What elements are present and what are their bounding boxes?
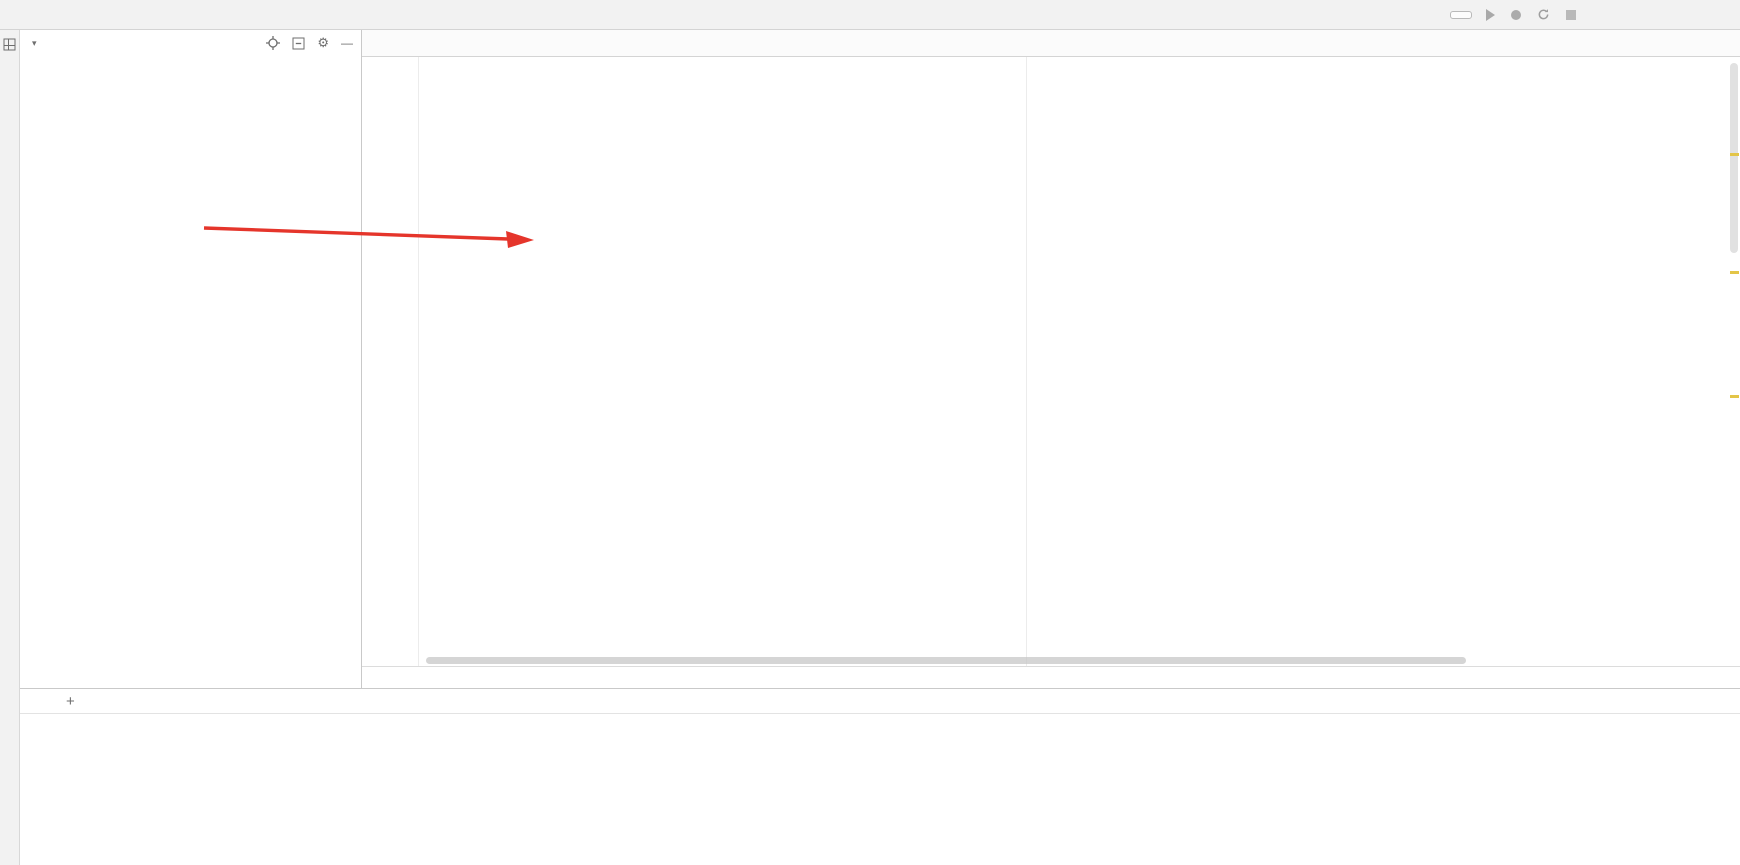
collapse-all-icon[interactable] [292,37,305,50]
titlebar-toolbar [1486,8,1576,21]
warning-stripe-mark [1730,153,1739,156]
debug-icon[interactable] [1511,10,1521,20]
editor [362,30,1740,688]
project-tree[interactable] [20,56,361,688]
tool-windows-grid-icon[interactable] [3,38,16,51]
warning-stripe-mark [1730,271,1739,274]
sync-icon[interactable] [1537,8,1550,21]
gutter-separator [418,57,419,666]
left-tool-strip [0,30,20,865]
project-panel: ▾ ⚙ — [20,30,362,688]
project-panel-header: ▾ ⚙ — [20,30,361,56]
right-margin-guide [1026,57,1027,666]
vertical-scrollbar[interactable] [1730,63,1738,253]
terminal-panel: + [20,688,1740,865]
project-view-selector[interactable]: ▾ [28,38,37,49]
ide-window: ▾ ⚙ — [0,0,1740,865]
add-configuration-button[interactable] [1450,11,1472,19]
code-editor[interactable] [362,57,1740,666]
editor-tabs [362,30,1740,57]
horizontal-scrollbar[interactable] [426,657,1466,664]
title-bar [0,0,1740,30]
stop-icon[interactable] [1566,10,1576,20]
terminal-header: + [20,689,1740,714]
warning-stripe-mark [1730,395,1739,398]
terminal-output[interactable] [20,714,1740,865]
chevron-down-icon: ▾ [32,38,37,49]
locate-file-icon[interactable] [266,36,280,50]
new-terminal-tab-button[interactable]: + [66,693,75,710]
run-icon[interactable] [1486,9,1495,21]
editor-breadcrumb [362,666,1740,688]
